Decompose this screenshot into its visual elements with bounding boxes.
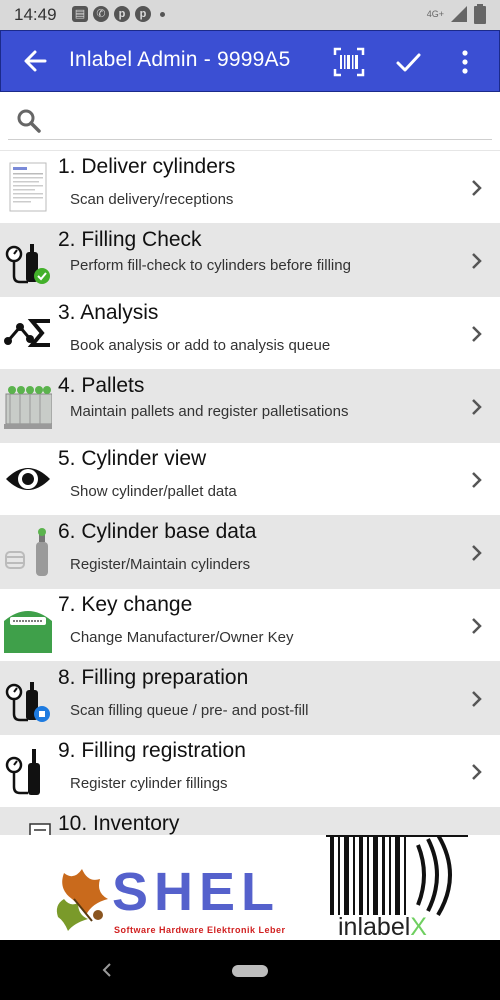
pallet-icon <box>4 386 52 429</box>
more-vertical-icon[interactable] <box>453 47 477 77</box>
menu-item-title: 9. Filling registration <box>58 739 246 762</box>
menu-item-title: 6. Cylinder base data <box>58 520 257 543</box>
menu-item-subtitle: Register/Maintain cylinders <box>70 556 251 573</box>
menu-item-title: 1. Deliver cylinders <box>58 155 236 178</box>
chevron-right-icon <box>472 545 482 561</box>
search-bar[interactable] <box>8 100 492 140</box>
battery-icon <box>474 4 486 24</box>
menu-item-subtitle: Maintain pallets and register palletisat… <box>70 403 349 420</box>
message-icon: ▤ <box>72 6 88 22</box>
status-bar: 14:49 ▤ ✆ p p 4G+ <box>0 0 500 30</box>
menu-item-filling-check[interactable]: 2. Filling Check Perform fill-check to c… <box>0 223 500 296</box>
inventory-icon <box>29 823 51 835</box>
pinterest-icon: p <box>135 6 151 22</box>
menu-item-title: 10. Inventory <box>58 812 180 835</box>
page-title: Inlabel Admin - 9999A5 <box>69 48 291 71</box>
menu-item-title: 8. Filling preparation <box>58 666 249 689</box>
menu-item-subtitle: Scan delivery/receptions <box>70 191 234 208</box>
more-notifications-dot <box>160 11 165 17</box>
chevron-right-icon <box>472 764 482 780</box>
menu-item-cylinder-base-data[interactable]: 6. Cylinder base data Register/Maintain … <box>0 515 500 588</box>
menu-item-title: 7. Key change <box>58 593 193 616</box>
chevron-right-icon <box>472 618 482 634</box>
menu-item-deliver-cylinders[interactable]: 1. Deliver cylinders Scan delivery/recep… <box>0 150 500 223</box>
chevron-right-icon <box>472 180 482 196</box>
filling-check-icon <box>5 244 50 284</box>
menu-item-subtitle: Scan filling queue / pre- and post-fill <box>70 702 309 719</box>
back-arrow-icon[interactable] <box>19 45 51 77</box>
inlabel-word: inlabel <box>338 913 411 941</box>
menu-item-subtitle: Register cylinder fillings <box>70 775 228 792</box>
chevron-right-icon <box>472 691 482 707</box>
menu-item-title: 5. Cylinder view <box>58 447 207 470</box>
nav-back-icon[interactable] <box>100 960 114 980</box>
search-icon[interactable] <box>16 108 42 134</box>
menu-item-subtitle: Show cylinder/pallet data <box>70 483 237 500</box>
chevron-right-icon <box>472 399 482 415</box>
system-nav-bar <box>0 940 500 1000</box>
home-pill[interactable] <box>232 965 268 977</box>
delivery-document-icon <box>9 162 47 212</box>
cylinder-label-icon <box>4 611 52 653</box>
inlabel-logo: inlabelX <box>326 833 468 942</box>
notification-icons: ▤ ✆ p p <box>72 6 165 22</box>
chevron-right-icon <box>472 326 482 342</box>
menu-item-filling-registration[interactable]: 9. Filling registration Register cylinde… <box>0 734 500 807</box>
analysis-sigma-icon <box>4 319 50 347</box>
inlabel-wordmark: inlabelX <box>338 913 427 942</box>
shel-logo: SHEL Software Hardware Elektronik Leber <box>48 853 308 938</box>
menu-item-inventory[interactable]: 10. Inventory <box>0 807 500 835</box>
menu-item-filling-preparation[interactable]: 8. Filling preparation Scan filling queu… <box>0 661 500 734</box>
menu-list: 1. Deliver cylinders Scan delivery/recep… <box>0 150 500 835</box>
menu-item-cylinder-view[interactable]: 5. Cylinder view Show cylinder/pallet da… <box>0 442 500 515</box>
whatsapp-icon: ✆ <box>93 6 109 22</box>
menu-item-subtitle: Change Manufacturer/Owner Key <box>70 629 294 646</box>
confirm-check-icon[interactable] <box>393 47 423 77</box>
chevron-right-icon <box>472 472 482 488</box>
menu-item-title: 2. Filling Check <box>58 228 202 251</box>
barcode-scan-icon[interactable] <box>333 47 365 77</box>
menu-item-key-change[interactable]: 7. Key change Change Manufacturer/Owner … <box>0 588 500 661</box>
network-type: 4G+ <box>426 8 444 19</box>
menu-item-title: 4. Pallets <box>58 374 145 397</box>
menu-item-pallets[interactable]: 4. Pallets Maintain pallets and register… <box>0 369 500 442</box>
status-time: 14:49 <box>14 5 57 24</box>
inlabel-x: X <box>410 913 427 941</box>
app-bar: Inlabel Admin - 9999A5 <box>0 30 500 92</box>
shel-wordmark: SHEL <box>112 862 281 922</box>
shel-tagline: Software Hardware Elektronik Leber <box>114 925 286 935</box>
cylinder-icon <box>5 528 48 576</box>
eye-icon <box>6 468 50 490</box>
signal-icon <box>451 6 467 22</box>
pinterest-icon: p <box>114 6 130 22</box>
menu-item-subtitle: Perform fill-check to cylinders before f… <box>70 257 351 274</box>
menu-item-analysis[interactable]: 3. Analysis Book analysis or add to anal… <box>0 296 500 369</box>
chevron-right-icon <box>472 253 482 269</box>
inlabel-barcode-icon <box>326 833 468 917</box>
status-right: 4G+ <box>427 4 486 24</box>
menu-item-title: 3. Analysis <box>58 301 159 324</box>
filling-preparation-icon <box>5 682 50 722</box>
menu-item-subtitle: Book analysis or add to analysis queue <box>70 337 331 354</box>
filling-registration-icon <box>5 749 40 795</box>
logo-footer: SHEL Software Hardware Elektronik Leber … <box>0 833 500 942</box>
